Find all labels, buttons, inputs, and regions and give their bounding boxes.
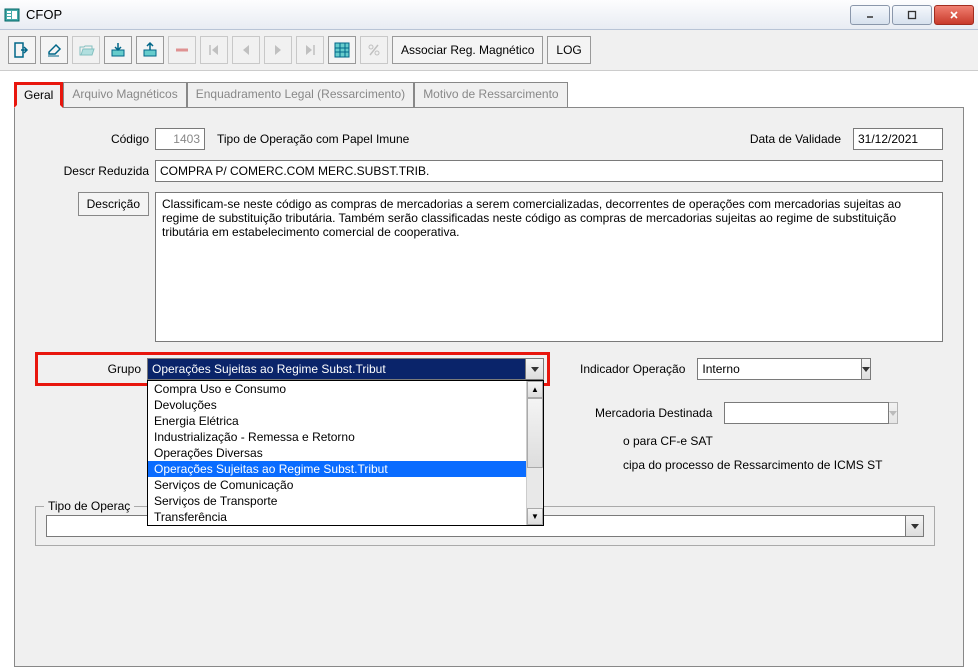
codigo-label: Código (35, 132, 155, 146)
tab-enquadramento[interactable]: Enquadramento Legal (Ressarcimento) (187, 82, 414, 108)
codigo-field[interactable] (155, 128, 205, 150)
tab-strip: Geral Arquivo Magnéticos Enquadramento L… (0, 71, 978, 107)
next-icon (264, 36, 292, 64)
import-icon[interactable] (104, 36, 132, 64)
grupo-select[interactable]: Compra Uso e ConsumoDevoluçõesEnergia El… (147, 358, 544, 380)
titlebar: CFOP (0, 0, 978, 30)
assoc-reg-button[interactable]: Associar Reg. Magnético (392, 36, 543, 64)
descr-red-field[interactable] (155, 160, 943, 182)
grupo-option[interactable]: Devoluções (148, 397, 526, 413)
delete-icon (168, 36, 196, 64)
export-icon[interactable] (136, 36, 164, 64)
grupo-option[interactable]: Operações Sujeitas ao Regime Subst.Tribu… (148, 461, 526, 477)
dropdown-scrollbar[interactable]: ▲ ▼ (526, 381, 543, 525)
descricao-textarea[interactable] (155, 192, 943, 342)
grupo-option[interactable]: Serviços de Transporte (148, 493, 526, 509)
mercadoria-select[interactable] (724, 402, 871, 424)
close-button[interactable] (934, 5, 974, 25)
indicador-op-input[interactable] (697, 358, 862, 380)
chevron-down-icon[interactable] (526, 358, 544, 380)
open-icon (72, 36, 100, 64)
grupo-option[interactable]: Energia Elétrica (148, 413, 526, 429)
toolbar: Associar Reg. Magnético LOG (0, 30, 978, 71)
tab-motivo-ressarcimento[interactable]: Motivo de Ressarcimento (414, 82, 567, 108)
data-validade-field[interactable] (853, 128, 943, 150)
descricao-button[interactable]: Descrição (78, 192, 149, 216)
tipo-operacao-text: Tipo de Operação com Papel Imune (217, 132, 409, 146)
eraser-icon[interactable] (40, 36, 68, 64)
tab-geral[interactable]: Geral (14, 82, 63, 108)
grupo-option[interactable]: Compra Uso e Consumo (148, 381, 526, 397)
grupo-input[interactable] (147, 358, 526, 380)
chevron-down-icon[interactable] (862, 358, 871, 380)
descr-red-label: Descr Reduzida (35, 164, 155, 178)
scroll-up-icon[interactable]: ▲ (527, 381, 543, 398)
app-icon (4, 7, 20, 23)
tipo-operacao-legend: Tipo de Operaç (44, 499, 134, 513)
window-title: CFOP (26, 7, 850, 22)
grupo-option[interactable]: Transferência (148, 509, 526, 525)
ressarc-text: cipa do processo de Ressarcimento de ICM… (623, 458, 943, 472)
grupo-option[interactable]: Industrialização - Remessa e Retorno (148, 429, 526, 445)
tab-panel-geral: Código Tipo de Operação com Papel Imune … (14, 107, 964, 667)
data-validade-label: Data de Validade (750, 132, 847, 146)
grupo-option[interactable]: Operações Diversas (148, 445, 526, 461)
indicador-op-select[interactable] (697, 358, 867, 380)
grupo-label: Grupo (41, 362, 147, 376)
chevron-down-icon[interactable] (906, 515, 924, 537)
tab-arquivo-magneticos[interactable]: Arquivo Magnéticos (63, 82, 186, 108)
maximize-button[interactable] (892, 5, 932, 25)
grupo-dropdown: Compra Uso e ConsumoDevoluçõesEnergia El… (147, 380, 544, 526)
log-button[interactable]: LOG (547, 36, 590, 64)
minimize-button[interactable] (850, 5, 890, 25)
indicador-op-label: Indicador Operação (580, 362, 691, 376)
first-icon (200, 36, 228, 64)
chevron-down-icon (889, 402, 898, 424)
grupo-option[interactable]: Serviços de Comunicação (148, 477, 526, 493)
percent-icon (360, 36, 388, 64)
last-icon (296, 36, 324, 64)
cf-sat-text: o para CF-e SAT (623, 434, 943, 448)
scroll-down-icon[interactable]: ▼ (527, 508, 543, 525)
prev-icon (232, 36, 260, 64)
grid-icon[interactable] (328, 36, 356, 64)
exit-icon[interactable] (8, 36, 36, 64)
mercadoria-input[interactable] (724, 402, 889, 424)
mercadoria-label: Mercadoria Destinada (595, 406, 718, 420)
